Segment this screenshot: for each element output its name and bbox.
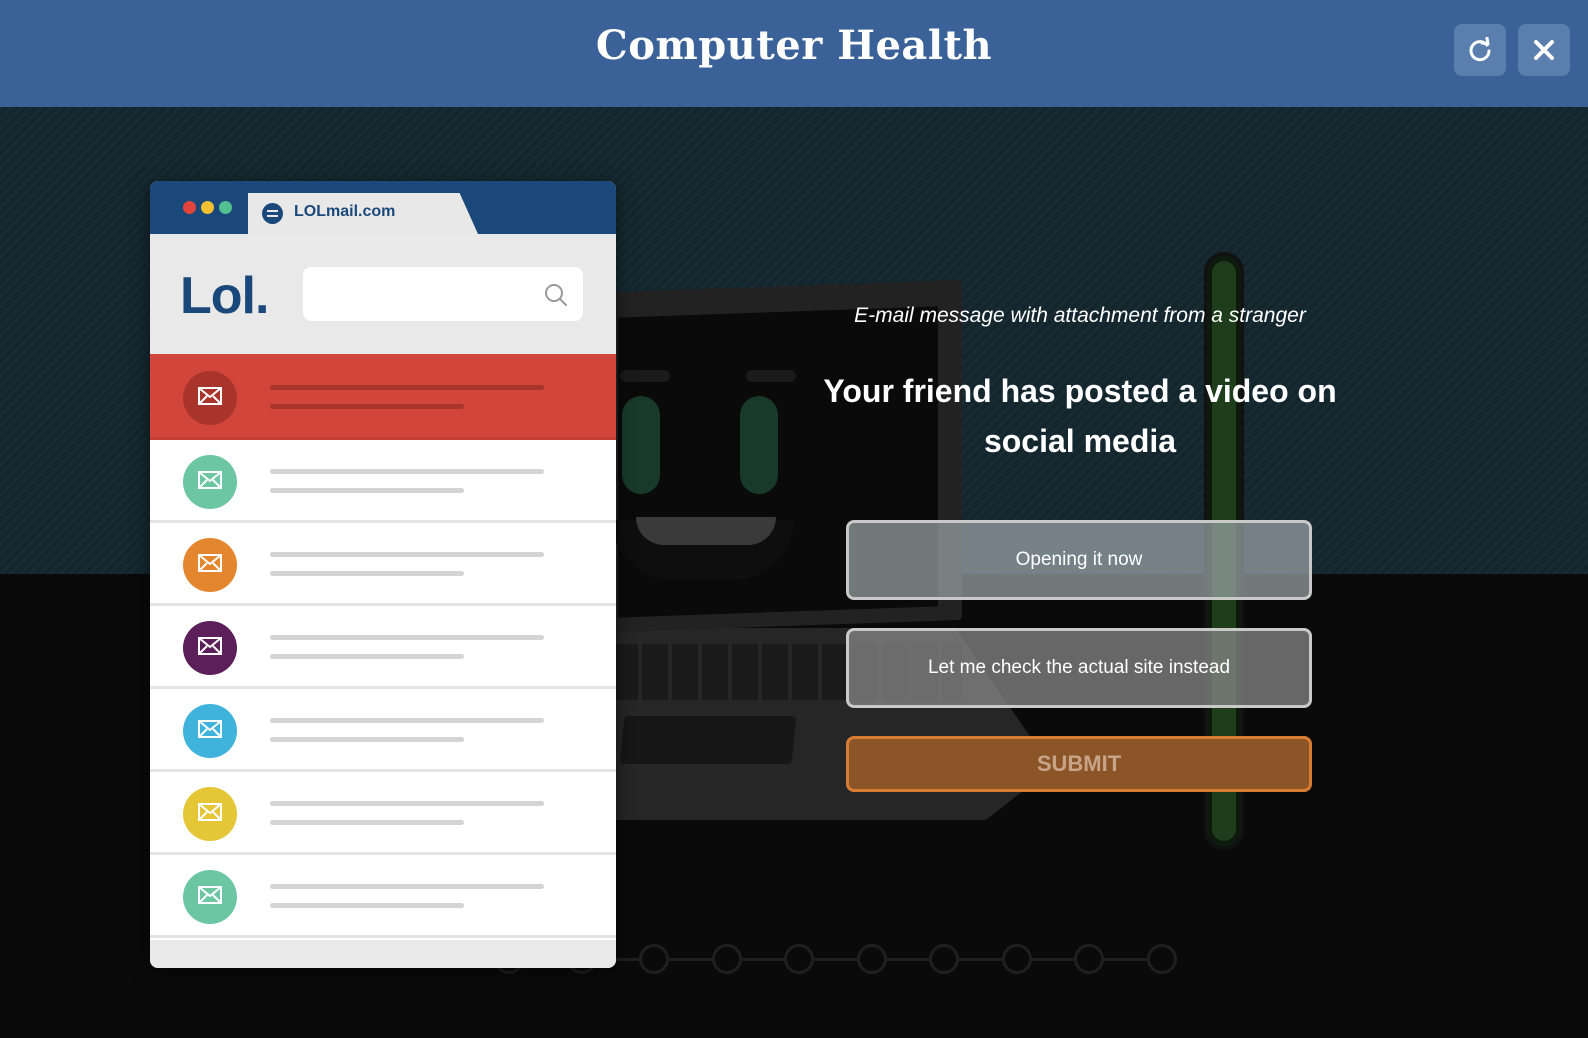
mail-subject-placeholder xyxy=(270,801,544,806)
lolmail-window: LOLmail.com Lol. xyxy=(150,181,616,968)
mail-row[interactable] xyxy=(150,523,616,606)
mail-avatar xyxy=(183,621,237,675)
question-text: Your friend has posted a video on social… xyxy=(823,373,1337,459)
window-close-dot[interactable] xyxy=(183,201,196,214)
envelope-icon xyxy=(198,802,222,826)
laptop-eyebrow-right xyxy=(746,370,796,382)
envelope-icon xyxy=(198,719,222,743)
progress-step-dot xyxy=(1146,944,1177,974)
mail-footer xyxy=(150,940,616,968)
mail-preview-placeholder xyxy=(270,571,464,576)
search-icon[interactable] xyxy=(544,283,568,307)
refresh-button[interactable] xyxy=(1454,24,1506,76)
browser-titlebar: LOLmail.com xyxy=(150,181,616,234)
envelope-icon xyxy=(198,636,222,660)
mail-avatar xyxy=(183,538,237,592)
mail-toolbar: Lol. xyxy=(150,234,616,354)
progress-step-dot xyxy=(856,944,887,974)
mail-preview-placeholder xyxy=(270,654,464,659)
progress-step-dot xyxy=(711,944,742,974)
laptop-mouth xyxy=(636,517,776,545)
mail-search-input[interactable] xyxy=(303,267,583,321)
progress-step-dot xyxy=(929,944,959,974)
mail-preview-placeholder xyxy=(270,903,464,908)
mail-subject-placeholder xyxy=(270,469,544,474)
header-bar: Computer Health xyxy=(0,0,1588,107)
question-context: E-mail message with attachment from a st… xyxy=(854,304,1306,327)
browser-tab[interactable]: LOLmail.com xyxy=(248,193,478,234)
mail-preview-placeholder xyxy=(270,488,464,493)
mail-row[interactable] xyxy=(150,606,616,689)
mail-preview-placeholder xyxy=(270,820,464,825)
laptop-trackpad xyxy=(619,716,797,764)
mail-subject-placeholder xyxy=(270,718,544,723)
mail-avatar xyxy=(183,704,237,758)
app-title: Computer Health xyxy=(595,22,993,69)
mail-avatar xyxy=(183,455,237,509)
window-maximize-dot[interactable] xyxy=(219,201,232,214)
mail-subject-placeholder xyxy=(270,884,544,889)
mail-subject-placeholder xyxy=(270,385,544,390)
window-minimize-dot[interactable] xyxy=(201,201,214,214)
submit-button[interactable]: SUBMIT xyxy=(846,736,1312,792)
envelope-icon xyxy=(198,553,222,577)
mail-subject-placeholder xyxy=(270,635,544,640)
mail-preview-placeholder xyxy=(270,404,464,409)
mail-row[interactable] xyxy=(150,855,616,938)
envelope-icon xyxy=(198,386,222,410)
refresh-icon xyxy=(1469,37,1491,62)
mail-row[interactable] xyxy=(150,772,616,855)
progress-step-dot xyxy=(1001,944,1032,974)
mail-subject-placeholder xyxy=(270,552,544,557)
answer-option-open[interactable]: Opening it now xyxy=(846,520,1312,600)
lolmail-logo: Lol. xyxy=(180,267,269,325)
mail-avatar xyxy=(183,371,237,425)
mail-avatar xyxy=(183,870,237,924)
laptop-eyebrow-left xyxy=(620,370,670,382)
envelope-icon xyxy=(198,470,222,494)
progress-step-dot xyxy=(784,944,814,974)
laptop-eye-right xyxy=(740,396,778,494)
mail-list xyxy=(150,354,616,938)
close-button[interactable] xyxy=(1518,24,1570,76)
envelope-icon xyxy=(198,885,222,909)
answer-option-check-site[interactable]: Let me check the actual site instead xyxy=(846,628,1312,708)
mail-row[interactable] xyxy=(150,440,616,523)
browser-tab-label: LOLmail.com xyxy=(294,203,396,220)
close-icon xyxy=(1534,40,1554,60)
lolmail-favicon-icon xyxy=(262,203,283,224)
laptop-eye-left xyxy=(622,396,660,494)
mail-preview-placeholder xyxy=(270,737,464,742)
mail-row[interactable] xyxy=(150,689,616,772)
progress-step-dot xyxy=(1074,944,1104,974)
progress-step-dot xyxy=(639,944,669,974)
mail-avatar xyxy=(183,787,237,841)
mail-row[interactable] xyxy=(150,354,616,440)
